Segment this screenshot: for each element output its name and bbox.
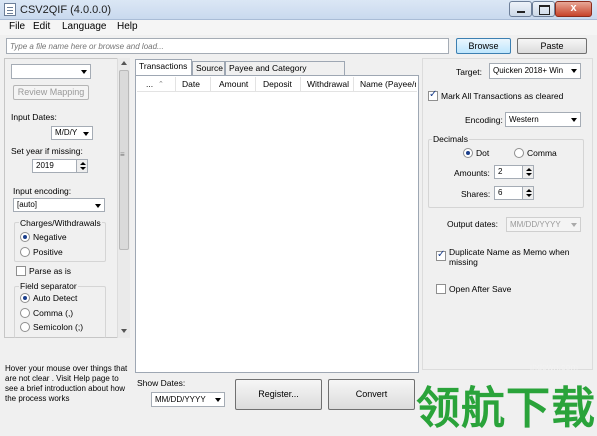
auto-detect-radio[interactable]: [20, 293, 30, 303]
app-icon: [4, 3, 16, 16]
chevron-down-icon: [571, 69, 577, 73]
scroll-down-icon[interactable]: [121, 329, 127, 333]
input-dates-dropdown[interactable]: M/D/Y: [51, 126, 93, 140]
show-dates-dropdown[interactable]: MM/DD/YYYY: [151, 392, 225, 407]
parse-as-is-label: Parse as is: [29, 266, 72, 276]
right-options-panel: [422, 58, 593, 370]
output-dates-label: Output dates:: [447, 219, 499, 229]
set-year-label: Set year if missing:: [11, 146, 83, 156]
encoding-label: Encoding:: [465, 115, 503, 125]
comma-decimal-label: Comma: [527, 148, 557, 158]
target-label: Target:: [456, 67, 482, 77]
parse-as-is-checkbox[interactable]: [16, 266, 26, 276]
mark-cleared-checkbox[interactable]: [428, 89, 438, 101]
chevron-down-icon: [571, 223, 577, 227]
chevron-down-icon: [95, 204, 101, 208]
register-button[interactable]: Register...: [235, 379, 322, 410]
output-dates-dropdown[interactable]: MM/DD/YYYY: [506, 217, 581, 232]
open-after-save-checkbox[interactable]: [436, 284, 446, 294]
duplicate-name-label: Duplicate Name as Memo when missing: [449, 247, 570, 267]
chevron-down-icon: [83, 132, 89, 136]
negative-label: Negative: [33, 232, 67, 242]
chevron-down-icon: [81, 70, 87, 74]
menu-help[interactable]: Help: [117, 21, 138, 32]
positive-label: Positive: [33, 247, 63, 257]
input-encoding-dropdown[interactable]: [auto]: [13, 198, 105, 212]
spin-arrows-icon[interactable]: [522, 187, 533, 199]
chevron-down-icon: [215, 398, 221, 402]
spin-arrows-icon[interactable]: [522, 166, 533, 178]
show-dates-label: Show Dates:: [137, 378, 186, 388]
browse-button[interactable]: Browse: [456, 38, 511, 54]
column-header-select[interactable]: ...: [146, 79, 153, 89]
convert-button[interactable]: Convert: [328, 379, 415, 410]
column-header-amount[interactable]: Amount: [219, 79, 248, 89]
chevron-down-icon: [571, 118, 577, 122]
tab-source[interactable]: Source: [192, 61, 225, 75]
output-encoding-dropdown[interactable]: Western: [505, 112, 581, 127]
column-header-deposit[interactable]: Deposit: [263, 79, 292, 89]
input-encoding-label: Input encoding:: [13, 186, 72, 196]
sort-ascending-icon: ⌃: [158, 81, 164, 88]
year-stepper[interactable]: 2019: [32, 159, 88, 173]
amounts-label: Amounts:: [454, 168, 490, 178]
close-button[interactable]: x: [555, 1, 592, 17]
watermark-logo: 领航下载: [416, 383, 596, 434]
menu-bar: File Edit Language Help: [0, 20, 597, 35]
comma-separator-label: Comma (,): [33, 308, 74, 318]
menu-file[interactable]: File: [9, 21, 25, 32]
menu-language[interactable]: Language: [62, 21, 107, 32]
mark-cleared-label: Mark All Transactions as cleared: [441, 91, 564, 101]
comma-separator-radio[interactable]: [20, 308, 30, 318]
scroll-up-icon[interactable]: [121, 61, 127, 65]
tab-transactions[interactable]: Transactions: [135, 59, 192, 76]
comma-decimal-radio[interactable]: [514, 148, 524, 158]
column-header-withdrawal[interactable]: Withdrawal: [307, 79, 349, 89]
transactions-grid[interactable]: [135, 75, 419, 373]
dot-radio[interactable]: [463, 148, 473, 158]
left-panel-scrollbar[interactable]: [117, 58, 130, 338]
review-mapping-button[interactable]: Review Mapping: [13, 85, 89, 100]
column-header-date[interactable]: Date: [182, 79, 200, 89]
target-dropdown[interactable]: Quicken 2018+ Win: [489, 63, 581, 79]
amounts-stepper[interactable]: 2: [494, 165, 534, 179]
paste-button[interactable]: Paste: [517, 38, 587, 54]
help-hint-text: Hover your mouse over things that are no…: [5, 364, 128, 403]
shares-label: Shares:: [461, 189, 491, 199]
semicolon-separator-label: Semicolon (;): [33, 322, 84, 332]
watermark-url: ihdown.com: [530, 362, 579, 372]
profile-dropdown[interactable]: [11, 64, 91, 79]
spin-arrows-icon[interactable]: [76, 160, 87, 172]
close-icon: x: [570, 2, 577, 14]
semicolon-separator-radio[interactable]: [20, 322, 30, 332]
tab-payee-category-mapping[interactable]: Payee and Category Mapping: [225, 61, 345, 86]
window-title: CSV2QIF (4.0.0.0): [20, 4, 112, 16]
panel-splitter-icon[interactable]: ≡: [120, 150, 125, 159]
input-dates-label: Input Dates:: [11, 112, 57, 122]
charges-withdrawals-label: Charges/Withdrawals: [19, 218, 102, 228]
menu-edit[interactable]: Edit: [33, 21, 50, 32]
column-header-name-payee[interactable]: Name (Payee/r: [360, 79, 416, 89]
dot-label: Dot: [476, 148, 490, 158]
minimize-button[interactable]: [509, 1, 532, 17]
shares-stepper[interactable]: 6: [494, 186, 534, 200]
positive-radio[interactable]: [20, 247, 30, 257]
auto-detect-label: Auto Detect: [33, 293, 78, 303]
field-separator-label: Field separator: [19, 281, 78, 291]
scroll-thumb[interactable]: [119, 70, 129, 250]
grid-header: ... Date Amount Deposit Withdrawal Name …: [137, 77, 417, 92]
maximize-button[interactable]: [532, 1, 555, 17]
decimals-label: Decimals: [432, 134, 469, 144]
file-name-input[interactable]: [6, 38, 449, 54]
open-after-save-label: Open After Save: [449, 284, 512, 294]
duplicate-name-checkbox[interactable]: [436, 249, 446, 261]
negative-radio[interactable]: [20, 232, 30, 242]
